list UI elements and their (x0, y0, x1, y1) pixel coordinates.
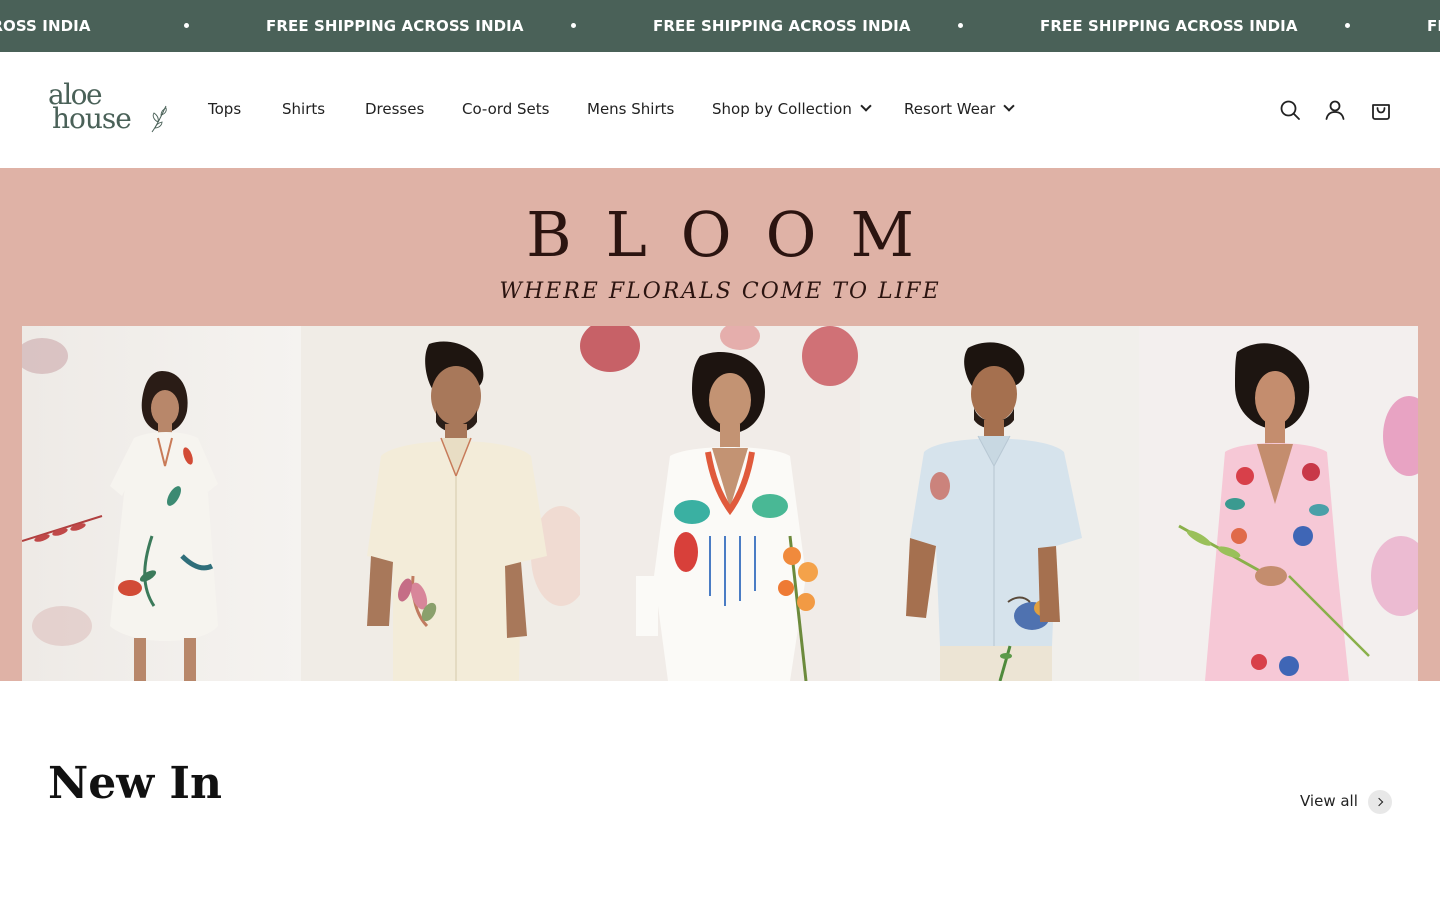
nav-label: Shop by Collection (712, 100, 852, 118)
nav-label: Tops (208, 100, 242, 118)
hero-image-strip (22, 326, 1418, 681)
nav-label: Resort Wear (904, 100, 996, 118)
nav-item-dresses[interactable]: Dresses (365, 99, 424, 119)
hero-banner[interactable]: BLOOM WHERE FLORALS COME TO LIFE (0, 168, 1440, 681)
nav-item-resort-wear[interactable]: Resort Wear (904, 99, 1015, 119)
model-photo-cream-shirt (301, 326, 581, 681)
announcement-text: FREE SHIPPING ACROSS INDIA (266, 17, 524, 35)
hero-subtitle: WHERE FLORALS COME TO LIFE (499, 279, 941, 304)
nav-label: Shirts (282, 100, 326, 118)
model-photo-floral-dress (22, 326, 302, 681)
separator-dot (571, 23, 576, 28)
view-all-link[interactable]: View all (1300, 790, 1358, 812)
account-icon[interactable] (1323, 98, 1347, 122)
nav-item-shop-by-collection[interactable]: Shop by Collection (712, 99, 872, 119)
announcement-text: FREE SHIPPING ACROSS INDIA (0, 17, 91, 35)
separator-dot (958, 23, 963, 28)
separator-dot (184, 23, 189, 28)
announcement-text: FREE SHIPPING ACROSS INDIA (653, 17, 911, 35)
search-icon[interactable] (1278, 98, 1302, 122)
nav-item-mens-shirts[interactable]: Mens Shirts (587, 99, 674, 119)
nav-item-tops[interactable]: Tops (208, 99, 241, 119)
section-title: New In (48, 758, 222, 809)
nav-item-co-ord-sets[interactable]: Co-ord Sets (462, 99, 549, 119)
nav-item-shirts[interactable]: Shirts (282, 99, 325, 119)
nav-label: Co-ord Sets (462, 100, 550, 118)
nav-label: Mens Shirts (587, 100, 675, 118)
announcement-bar: FREE SHIPPING ACROSS INDIA FREE SHIPPING… (0, 0, 1440, 52)
chevron-down-icon (1003, 100, 1015, 112)
chevron-right-icon (1374, 797, 1384, 807)
chevron-down-icon (860, 100, 872, 112)
announcement-text: FREE SHIPPING ACROSS INDIA (1040, 17, 1298, 35)
view-all-button[interactable] (1368, 790, 1392, 814)
announcement-text: FREE SHIPPING ACROSS INDIA (1427, 17, 1440, 35)
brand-logo[interactable]: aloe house (48, 80, 170, 138)
hero-title: BLOOM (526, 198, 948, 271)
nav-label: Dresses (365, 100, 425, 118)
cart-icon[interactable] (1369, 98, 1393, 122)
leaf-sprig-icon (151, 105, 167, 133)
model-photo-pink-dress (1138, 326, 1418, 681)
site-header: aloe house Tops Shirts Dresses Co-ord Se… (0, 52, 1440, 168)
model-photo-floral-top (580, 326, 860, 681)
separator-dot (1345, 23, 1350, 28)
model-photo-blue-shirt (859, 326, 1139, 681)
